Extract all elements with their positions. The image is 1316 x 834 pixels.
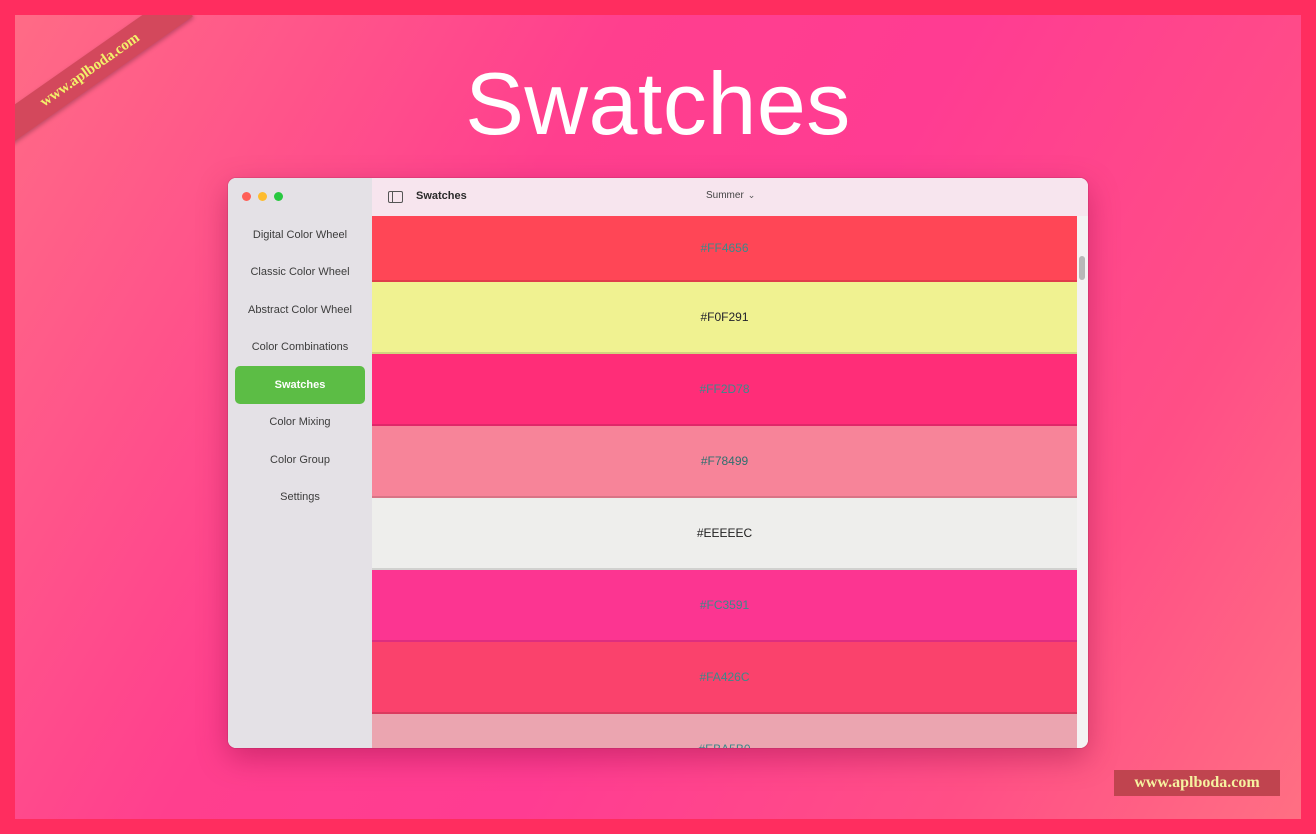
swatch-hex-label: #FC3591 bbox=[699, 598, 750, 612]
swatch-row[interactable]: #FF2D78 bbox=[372, 354, 1077, 426]
watermark-corner: www.aplboda.com bbox=[1114, 770, 1280, 796]
palette-dropdown-label: Summer bbox=[706, 190, 744, 201]
swatch-hex-label: #EBA5B0 bbox=[698, 742, 750, 748]
sidebar-item-settings[interactable]: Settings bbox=[235, 479, 365, 517]
swatch-row[interactable]: #FC3591 bbox=[372, 570, 1077, 642]
swatch-hex-label: #F78499 bbox=[700, 454, 749, 468]
sidebar-item-color-combinations[interactable]: Color Combinations bbox=[235, 329, 365, 367]
swatch-row[interactable]: #FA426C bbox=[372, 642, 1077, 714]
sidebar: Digital Color Wheel Classic Color Wheel Ab… bbox=[228, 178, 372, 748]
sidebar-toggle-icon[interactable] bbox=[388, 191, 403, 203]
swatch-hex-label: #FF4656 bbox=[700, 241, 749, 255]
swatch-hex-label: #F0F291 bbox=[700, 310, 749, 324]
chevron-down-icon: ⌄ bbox=[747, 190, 756, 200]
swatch-list[interactable]: #FF4656 #F0F291 #FF2D78 #F78499 #EEEEEC #FC35… bbox=[372, 216, 1077, 748]
sidebar-item-digital-color-wheel[interactable]: Digital Color Wheel bbox=[235, 216, 365, 254]
swatch-row[interactable]: #EBA5B0 bbox=[372, 714, 1077, 748]
minimize-window-button[interactable] bbox=[258, 192, 267, 201]
sidebar-item-swatches[interactable]: Swatches bbox=[235, 366, 365, 404]
palette-dropdown[interactable]: Summer ⌄ bbox=[706, 190, 755, 201]
sidebar-item-classic-color-wheel[interactable]: Classic Color Wheel bbox=[235, 254, 365, 292]
scroll-thumb[interactable] bbox=[1079, 256, 1085, 280]
zoom-window-button[interactable] bbox=[274, 192, 283, 201]
close-window-button[interactable] bbox=[242, 192, 251, 201]
swatch-row[interactable]: #F0F291 bbox=[372, 282, 1077, 354]
swatch-row[interactable]: #F78499 bbox=[372, 426, 1077, 498]
swatch-hex-label: #FF2D78 bbox=[699, 382, 750, 396]
toolbar-title: Swatches bbox=[416, 190, 467, 202]
swatch-hex-label: #FA426C bbox=[699, 670, 750, 684]
sidebar-nav: Digital Color Wheel Classic Color Wheel Ab… bbox=[228, 216, 372, 516]
sidebar-item-color-mixing[interactable]: Color Mixing bbox=[235, 404, 365, 442]
window-controls bbox=[242, 192, 283, 201]
swatch-row[interactable]: #EEEEEC bbox=[372, 498, 1077, 570]
swatch-row[interactable]: #FF4656 bbox=[372, 216, 1077, 282]
toolbar: Swatches Summer ⌄ bbox=[372, 178, 1088, 217]
swatch-hex-label: #EEEEEC bbox=[696, 526, 753, 540]
app-window: Digital Color Wheel Classic Color Wheel Ab… bbox=[228, 178, 1088, 748]
hero-title: Swatches bbox=[465, 54, 851, 153]
scrollbar[interactable] bbox=[1077, 216, 1088, 748]
sidebar-item-color-group[interactable]: Color Group bbox=[235, 441, 365, 479]
sidebar-item-abstract-color-wheel[interactable]: Abstract Color Wheel bbox=[235, 291, 365, 329]
